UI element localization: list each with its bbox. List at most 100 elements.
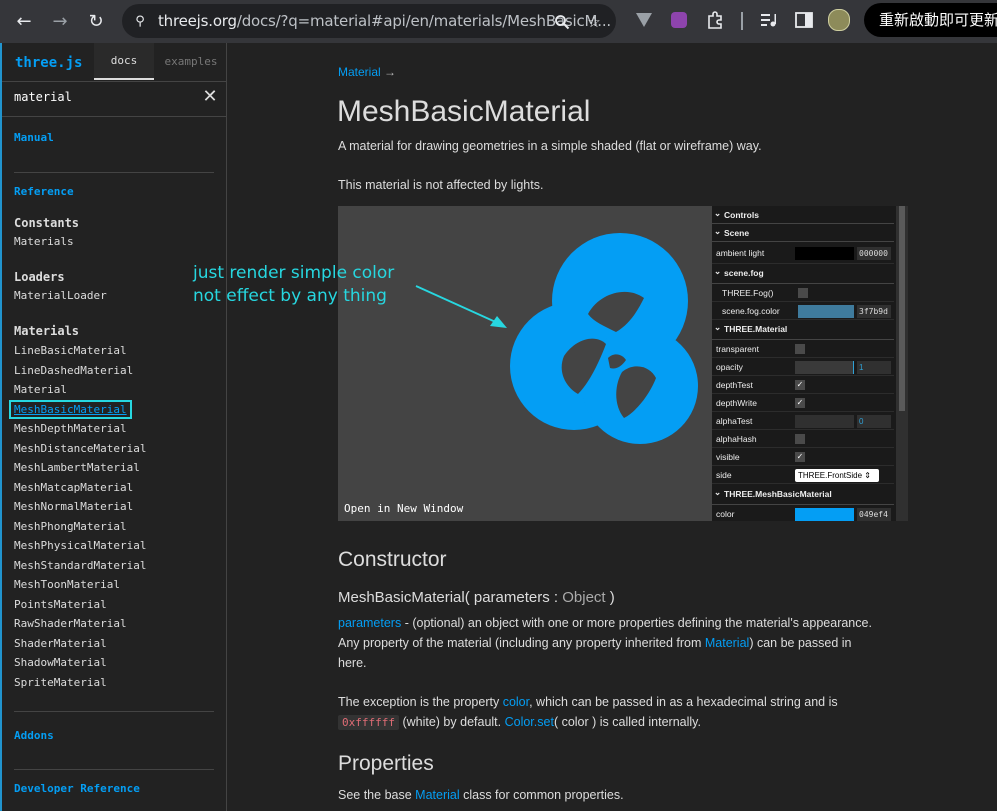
chevron-down-icon: ⌄ bbox=[714, 226, 722, 236]
opacity-value-field[interactable]: 1 bbox=[857, 361, 891, 374]
exception-description: The exception is the property color, whi… bbox=[338, 692, 898, 733]
fog-color-swatch[interactable] bbox=[798, 305, 854, 318]
restart-update-button[interactable]: 重新啟動即可更新 bbox=[864, 3, 997, 37]
sidebar-header: three.js docs examples bbox=[2, 43, 227, 82]
side-panel-icon[interactable] bbox=[793, 9, 815, 31]
sidebar-item-meshdistancematerial[interactable]: MeshDistanceMaterial bbox=[14, 442, 146, 455]
depth-write-checkbox[interactable]: ✓ bbox=[795, 398, 805, 408]
gui-row-fog: THREE.Fog() bbox=[712, 284, 894, 302]
extensions-puzzle-icon[interactable] bbox=[704, 9, 726, 31]
color-set-link[interactable]: Color.set bbox=[505, 715, 554, 729]
bookmark-star-icon[interactable]: ☆ bbox=[584, 12, 604, 32]
filter-input[interactable] bbox=[14, 90, 184, 104]
zoom-icon[interactable] bbox=[552, 12, 572, 32]
opacity-slider-handle[interactable] bbox=[853, 361, 854, 374]
ambient-color-swatch[interactable] bbox=[795, 247, 854, 260]
sidebar-item-material[interactable]: Material bbox=[14, 383, 67, 396]
gui-depth-test-label: depthTest bbox=[716, 380, 753, 390]
url-text[interactable]: threejs.org/docs/?q=material#api/en/mate… bbox=[158, 12, 611, 30]
chevron-down-icon: ⌄ bbox=[714, 322, 722, 332]
properties-material-link[interactable]: Material bbox=[415, 788, 459, 802]
sidebar-item-spritematerial[interactable]: SpriteMaterial bbox=[14, 676, 107, 689]
gui-mesh-basic-folder[interactable]: THREE.MeshBasicMaterial ⌄ bbox=[712, 485, 894, 505]
ambient-hex-field[interactable]: 000000 bbox=[857, 247, 891, 260]
sidebar-item-materialloader[interactable]: MaterialLoader bbox=[14, 289, 107, 302]
sidebar-item-meshtoonmaterial[interactable]: MeshToonMaterial bbox=[14, 578, 120, 591]
chevron-down-icon: ⌄ bbox=[714, 208, 722, 218]
material-link[interactable]: Material bbox=[705, 636, 749, 650]
fog-color-hex-field[interactable]: 3f7b9d bbox=[857, 305, 891, 318]
mesh-color-swatch[interactable] bbox=[795, 508, 854, 521]
vue-devtools-icon[interactable] bbox=[633, 9, 655, 31]
breadcrumb-material-link[interactable]: Material bbox=[338, 65, 381, 79]
sidebar-item-meshlambertmaterial[interactable]: MeshLambertMaterial bbox=[14, 461, 140, 474]
alpha-hash-checkbox[interactable] bbox=[795, 434, 805, 444]
sidebar-item-shadowmaterial[interactable]: ShadowMaterial bbox=[14, 656, 107, 669]
extension-purple-icon[interactable] bbox=[668, 9, 690, 31]
browser-toolbar: ← → ↻ ⚲ threejs.org/docs/?q=material#api… bbox=[0, 0, 997, 43]
gui-row-fog-color: scene.fog.color 3f7b9d bbox=[712, 302, 894, 320]
live-demo-frame[interactable]: Open in New Window Controls ⌄ Scene ⌄ ambi… bbox=[338, 206, 908, 521]
sidebar-item-meshstandardmaterial[interactable]: MeshStandardMaterial bbox=[14, 559, 146, 572]
sidebar-item-meshnormalmaterial[interactable]: MeshNormalMaterial bbox=[14, 500, 133, 513]
visible-checkbox[interactable]: ✓ bbox=[795, 452, 805, 462]
constructor-signature-type[interactable]: Object bbox=[562, 589, 605, 606]
gui-controls-header[interactable]: Controls ⌄ bbox=[712, 206, 894, 224]
sidebar-developer-reference[interactable]: Developer Reference bbox=[14, 782, 140, 795]
sidebar-item-meshbasicmaterial[interactable]: MeshBasicMaterial bbox=[9, 399, 132, 419]
tab-examples[interactable]: examples bbox=[155, 43, 227, 80]
gui-scrollbar[interactable] bbox=[896, 206, 908, 521]
parameters-text-2b: ) can be passed in bbox=[749, 636, 852, 650]
sidebar-addons[interactable]: Addons bbox=[14, 729, 54, 742]
side-select[interactable]: THREE.FrontSide ⇕ bbox=[795, 469, 879, 482]
sidebar-item-materials-constants[interactable]: Materials bbox=[14, 235, 74, 248]
open-new-window-link[interactable]: Open in New Window bbox=[344, 502, 463, 515]
clear-filter-icon[interactable]: ✕ bbox=[200, 86, 220, 107]
gui-transparent-label: transparent bbox=[716, 344, 759, 354]
sidebar-item-meshphongmaterial[interactable]: MeshPhongMaterial bbox=[14, 520, 127, 533]
media-queue-icon[interactable] bbox=[758, 9, 780, 31]
sidebar-item-linedashedmaterial[interactable]: LineDashedMaterial bbox=[14, 364, 133, 377]
sidebar-manual[interactable]: Manual bbox=[14, 131, 54, 144]
profile-avatar-icon[interactable] bbox=[828, 9, 850, 31]
mesh-color-hex-field[interactable]: 049ef4 bbox=[857, 508, 891, 521]
forward-icon[interactable]: → bbox=[46, 7, 74, 35]
exception-text-b: , which can be passed in as a hexadecima… bbox=[529, 695, 838, 709]
address-bar[interactable]: ⚲ threejs.org/docs/?q=material#api/en/ma… bbox=[122, 4, 616, 38]
parameters-text-1: - (optional) an object with one or more … bbox=[401, 616, 872, 630]
depth-test-checkbox[interactable]: ✓ bbox=[795, 380, 805, 390]
sidebar-divider bbox=[14, 172, 214, 173]
sidebar-item-shadermaterial[interactable]: ShaderMaterial bbox=[14, 637, 107, 650]
sidebar-reference[interactable]: Reference bbox=[14, 185, 74, 198]
gui-scene-label: Scene bbox=[724, 228, 750, 238]
site-info-icon[interactable]: ⚲ bbox=[131, 12, 149, 30]
sidebar-item-meshphysicalmaterial[interactable]: MeshPhysicalMaterial bbox=[14, 539, 146, 552]
brand-link[interactable]: three.js bbox=[15, 55, 82, 71]
back-icon[interactable]: ← bbox=[10, 7, 38, 35]
properties-text-b: class for common properties. bbox=[459, 788, 624, 802]
gui-scene-fog-folder[interactable]: scene.fog ⌄ bbox=[712, 264, 894, 284]
alpha-test-slider[interactable] bbox=[795, 415, 854, 428]
gui-three-material-folder[interactable]: THREE.Material ⌄ bbox=[712, 320, 894, 340]
color-link[interactable]: color bbox=[503, 695, 529, 709]
fog-checkbox[interactable] bbox=[798, 288, 808, 298]
sidebar-item-meshdepthmaterial[interactable]: MeshDepthMaterial bbox=[14, 422, 127, 435]
parameters-link[interactable]: parameters bbox=[338, 616, 401, 630]
sidebar-item-pointsmaterial[interactable]: PointsMaterial bbox=[14, 598, 107, 611]
annotation-line-1: just render simple color bbox=[193, 263, 395, 283]
sidebar-item-rawshadermaterial[interactable]: RawShaderMaterial bbox=[14, 617, 127, 630]
reload-icon[interactable]: ↻ bbox=[82, 7, 110, 35]
gui-row-transparent: transparent bbox=[712, 340, 894, 358]
annotation-line-2: not effect by any thing bbox=[193, 286, 387, 306]
exception-text-a: The exception is the property bbox=[338, 695, 503, 709]
lights-note-text: This material is not affected by lights. bbox=[338, 178, 544, 192]
gui-scene-folder[interactable]: Scene ⌄ bbox=[712, 224, 894, 242]
sidebar-item-meshmatcapmaterial[interactable]: MeshMatcapMaterial bbox=[14, 481, 133, 494]
gui-scrollbar-thumb[interactable] bbox=[899, 206, 905, 411]
filter-bar: ✕ bbox=[2, 81, 227, 117]
sidebar-item-linebasicmaterial[interactable]: LineBasicMaterial bbox=[14, 344, 127, 357]
tab-docs[interactable]: docs bbox=[94, 43, 154, 80]
alpha-test-value-field[interactable]: 0 bbox=[857, 415, 891, 428]
opacity-slider[interactable] bbox=[795, 361, 854, 374]
transparent-checkbox[interactable] bbox=[795, 344, 805, 354]
